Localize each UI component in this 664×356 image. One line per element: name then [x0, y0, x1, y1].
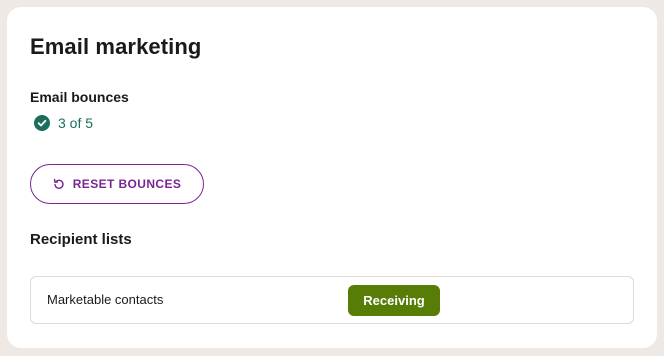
reset-bounces-label: RESET BOUNCES [72, 177, 182, 191]
reset-bounces-button[interactable]: RESET BOUNCES [30, 164, 204, 204]
bounces-status: 3 of 5 [34, 114, 93, 132]
list-row: Marketable contacts Receiving [31, 277, 633, 323]
bounce-count: 3 of 5 [58, 115, 94, 131]
check-circle-icon [34, 115, 50, 131]
status-badge: Receiving [348, 285, 440, 316]
list-name: Marketable contacts [47, 292, 164, 307]
reset-icon [53, 178, 65, 190]
recipient-lists-table: Marketable contacts Receiving [30, 276, 634, 324]
recipient-lists-heading: Recipient lists [30, 231, 132, 248]
email-bounces-label: Email bounces [30, 89, 129, 105]
card-title: Email marketing [30, 34, 202, 59]
email-marketing-card: Email marketing Email bounces 3 of 5 RES… [7, 7, 657, 348]
